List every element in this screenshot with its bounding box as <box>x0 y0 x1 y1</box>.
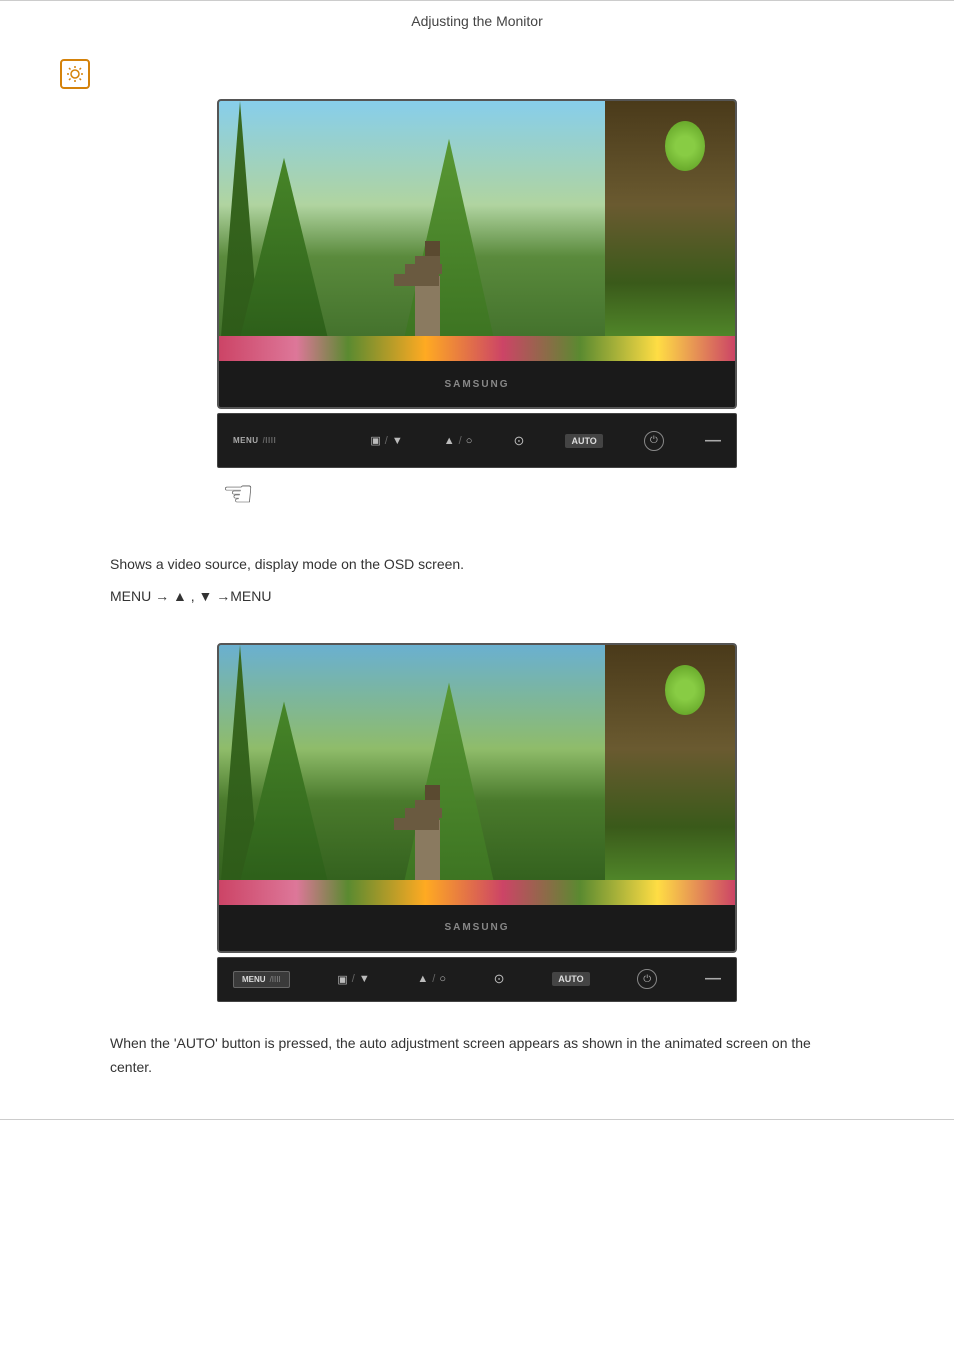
menu-sub-2: /IIII <box>270 975 281 984</box>
page-title: Adjusting the Monitor <box>411 13 543 29</box>
hand-icon: ☞ <box>222 473 254 515</box>
monitor-display-2: SAMSUNG <box>217 643 737 953</box>
nav-btn-group-1: ▣ / ▼ <box>370 434 402 447</box>
settings-btn-group-2: ⊙ <box>494 971 505 987</box>
circle-btn-2: ○ <box>439 973 446 985</box>
nav-square-1: ▣ <box>370 434 380 447</box>
updown-btn-group-2: ▲ / ○ <box>417 973 446 985</box>
power-btn-2[interactable]: ⏻ <box>637 969 657 989</box>
button-bar-1: MENU /IIII ▣ / ▼ ▲ / ○ ⊙ AUTO ⏻ <box>217 413 737 468</box>
second-monitor-section: SAMSUNG MENU /IIII ▣ / ▼ ▲ / ○ ⊙ A <box>177 643 777 1002</box>
menu-path-1: MENU → ▲ , ▼ →MENU <box>110 585 844 607</box>
minus-btn-2[interactable]: — <box>705 970 721 988</box>
auto-label-1: AUTO <box>571 436 596 446</box>
nav-down-2: ▼ <box>359 973 370 985</box>
circle-btn-1: ○ <box>466 435 473 447</box>
description-1: Shows a video source, display mode on th… <box>110 553 844 575</box>
settings-icon-2: ⊙ <box>494 971 505 987</box>
power-btn-1[interactable]: ⏻ <box>644 431 664 451</box>
garden-image-2 <box>219 645 735 905</box>
minus-icon-2: — <box>705 970 721 988</box>
power-icon-1: ⏻ <box>650 435 658 446</box>
up-btn-2: ▲ <box>417 973 428 985</box>
brightness-icon <box>66 65 84 83</box>
auto-label-2: AUTO <box>558 974 583 984</box>
menu-btn-group: MENU /IIII <box>233 436 276 445</box>
updown-btn-group-1: ▲ / ○ <box>444 435 473 447</box>
nav-slash-1: / <box>385 435 388 447</box>
settings-icon-1: ⊙ <box>513 433 524 449</box>
nav-square-2: ▣ <box>337 973 347 986</box>
page-container: Adjusting the Monitor <box>0 0 954 1350</box>
power-icon-2: ⏻ <box>643 974 651 985</box>
menu-sub-1: /IIII <box>263 436 277 445</box>
samsung-logo-1: SAMSUNG <box>239 379 715 390</box>
auto-btn-1[interactable]: AUTO <box>565 434 602 448</box>
button-bar-2: MENU /IIII ▣ / ▼ ▲ / ○ ⊙ AUTO ⏻ <box>217 957 737 1002</box>
header-bar: Adjusting the Monitor <box>0 0 954 39</box>
slash-1: / <box>459 435 462 447</box>
text-section-1: Shows a video source, display mode on th… <box>0 528 954 623</box>
nav-btn-group-2: ▣ / ▼ <box>337 973 369 986</box>
monitor-bottom-bar-2: SAMSUNG <box>219 905 735 951</box>
bottom-divider <box>0 1119 954 1120</box>
bottom-text-section: When the 'AUTO' button is pressed, the a… <box>0 1002 954 1100</box>
monitor-display-1: SAMSUNG <box>217 99 737 409</box>
settings-btn-group-1: ⊙ <box>513 433 524 449</box>
nav-slash-2: / <box>352 973 355 985</box>
first-monitor-section: SAMSUNG MENU /IIII ▣ / ▼ ▲ / ○ ⊙ <box>177 99 777 528</box>
up-btn-1: ▲ <box>444 435 455 447</box>
menu-label-2: MENU <box>242 975 266 984</box>
hand-cursor-area: ☞ <box>217 468 737 528</box>
auto-btn-2[interactable]: AUTO <box>552 972 589 986</box>
slash-2: / <box>432 973 435 985</box>
menu-label-1: MENU <box>233 436 259 445</box>
nav-down-1: ▼ <box>392 435 403 447</box>
garden-image-1 <box>219 101 735 361</box>
section-icon-area <box>60 59 954 89</box>
monitor-bottom-bar-1: SAMSUNG <box>219 361 735 407</box>
minus-icon-1: — <box>705 432 721 450</box>
menu-btn-highlighted[interactable]: MENU /IIII <box>233 971 290 988</box>
samsung-logo-2: SAMSUNG <box>239 922 715 933</box>
minus-btn-1[interactable]: — <box>705 432 721 450</box>
bottom-description: When the 'AUTO' button is pressed, the a… <box>110 1032 844 1080</box>
brightness-icon-box <box>60 59 90 89</box>
